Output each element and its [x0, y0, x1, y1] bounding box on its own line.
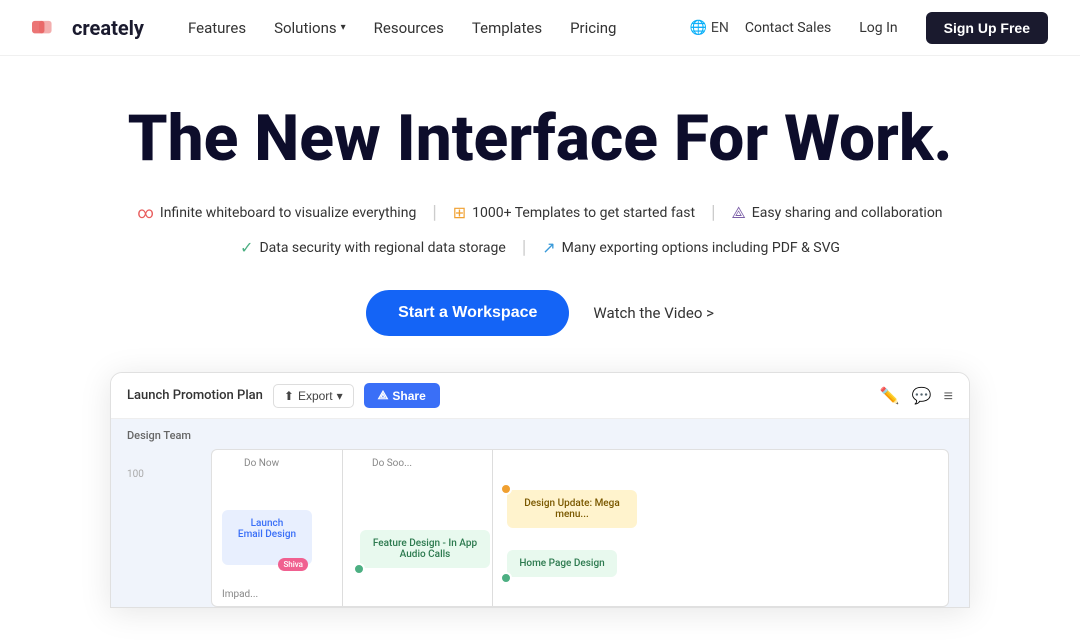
card-launch-text: Launch Email Design	[238, 518, 296, 540]
contact-sales-link[interactable]: Contact Sales	[745, 20, 831, 36]
watch-video-link[interactable]: Watch the Video >	[593, 304, 714, 322]
col-do-soon-label: Do Soo...	[372, 458, 412, 469]
nav-features[interactable]: Features	[176, 11, 258, 45]
card-homepage-design[interactable]: Home Page Design	[507, 550, 617, 577]
status-dot-design-update	[500, 483, 512, 495]
axis-100-label: 100	[127, 469, 144, 480]
share-button[interactable]: ⟁ Share	[364, 383, 440, 408]
share-icon: ⟁	[378, 388, 389, 403]
comment-icon[interactable]: 💬	[912, 386, 932, 405]
col-do-now-label: Do Now	[244, 458, 279, 469]
nav-right: 🌐 EN Contact Sales Log In Sign Up Free	[689, 12, 1048, 44]
status-dot-feature	[353, 563, 365, 575]
canvas-area: Design Team 100 Do Now Do Soo... Launch …	[111, 419, 969, 607]
logo-icon	[32, 17, 64, 39]
nav-resources[interactable]: Resources	[362, 11, 456, 45]
logo-text: creately	[72, 16, 144, 40]
cta-row: Start a Workspace Watch the Video >	[32, 290, 1048, 336]
feature-security: ✓ Data security with regional data stora…	[224, 238, 522, 257]
globe-icon: 🌐	[689, 20, 706, 36]
login-link[interactable]: Log In	[847, 14, 909, 42]
column-divider-2	[492, 450, 493, 606]
document-name: Launch Promotion Plan	[127, 388, 263, 403]
edit-icon[interactable]: ✏️	[880, 386, 900, 405]
settings-icon[interactable]: ≡	[944, 386, 953, 406]
share-icon: ⟁	[732, 203, 746, 223]
navbar: creately Features Solutions ▾ Resources …	[0, 0, 1080, 56]
signup-button[interactable]: Sign Up Free	[926, 12, 1048, 44]
team-label: Design Team	[127, 429, 191, 442]
card-design-update-text: Design Update: Mega menu...	[524, 498, 619, 520]
language-selector[interactable]: 🌐 EN	[689, 20, 728, 36]
card-homepage-text: Home Page Design	[519, 558, 604, 569]
card-design-update[interactable]: Design Update: Mega menu...	[507, 490, 637, 528]
card-feature-design[interactable]: Feature Design - In App Audio Calls	[360, 530, 490, 568]
nav-templates[interactable]: Templates	[460, 11, 554, 45]
impact-label: Impad...	[222, 589, 258, 600]
nav-solutions[interactable]: Solutions ▾	[262, 11, 358, 45]
infinite-icon: ∞	[137, 203, 153, 222]
app-toolbar: Launch Promotion Plan ⬆ Export ▾ ⟁ Share…	[111, 373, 969, 419]
avatar-shiva: Shiva	[278, 558, 308, 571]
feature-infinite: ∞ Infinite whiteboard to visualize every…	[121, 203, 432, 222]
nav-links: Features Solutions ▾ Resources Templates…	[176, 11, 689, 45]
start-workspace-button[interactable]: Start a Workspace	[366, 290, 569, 336]
nav-pricing[interactable]: Pricing	[558, 11, 628, 45]
feature-templates: ⊞ 1000+ Templates to get started fast	[437, 203, 711, 222]
feature-export: ↗ Many exporting options including PDF &…	[526, 238, 856, 257]
hero-features-row2: ✓ Data security with regional data stora…	[32, 237, 1048, 258]
column-divider-1	[342, 450, 343, 606]
hero-features-row1: ∞ Infinite whiteboard to visualize every…	[32, 202, 1048, 223]
card-launch-email[interactable]: Launch Email Design Shiva	[222, 510, 312, 565]
export-button[interactable]: ⬆ Export ▾	[273, 384, 354, 408]
export-icon: ⬆	[284, 389, 294, 403]
toolbar-left: Launch Promotion Plan ⬆ Export ▾ ⟁ Share	[127, 383, 440, 408]
card-feature-text: Feature Design - In App Audio Calls	[373, 538, 477, 560]
toolbar-right: ✏️ 💬 ≡	[880, 386, 953, 406]
chevron-down-icon: ▾	[337, 389, 343, 403]
chevron-down-icon: ▾	[341, 22, 346, 33]
status-dot-homepage	[500, 572, 512, 584]
shield-icon: ✓	[240, 238, 253, 257]
export-icon: ↗	[542, 238, 555, 257]
feature-share: ⟁ Easy sharing and collaboration	[716, 203, 959, 223]
canvas-board: Do Now Do Soo... Launch Email Design Shi…	[211, 449, 949, 607]
hero-section: The New Interface For Work. ∞ Infinite w…	[0, 56, 1080, 640]
templates-icon: ⊞	[453, 203, 466, 222]
app-screenshot: Launch Promotion Plan ⬆ Export ▾ ⟁ Share…	[110, 372, 970, 608]
hero-title: The New Interface For Work.	[32, 104, 1048, 174]
logo[interactable]: creately	[32, 16, 144, 40]
